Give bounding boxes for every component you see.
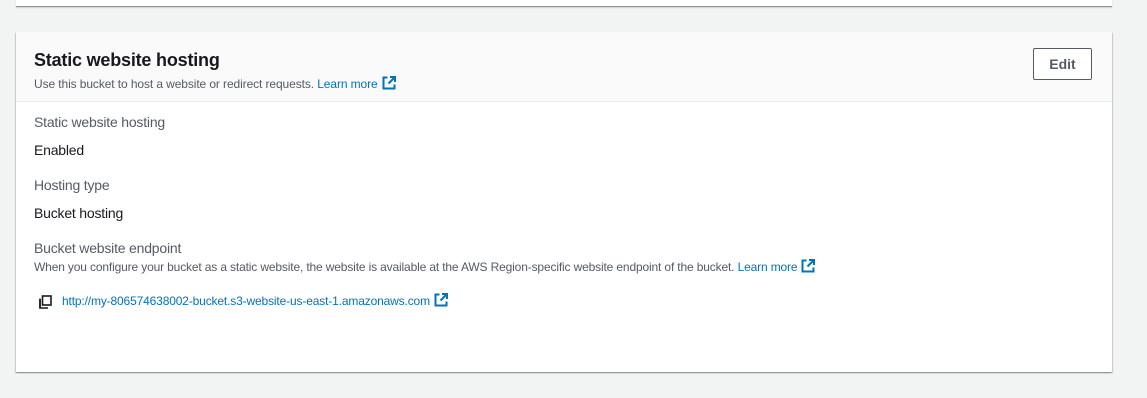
external-link-icon	[434, 293, 448, 311]
external-link-icon	[382, 76, 396, 94]
learn-more-label: Learn more	[737, 260, 798, 274]
learn-more-label: Learn more	[317, 77, 378, 91]
endpoint-description-text: When you configure your bucket as a stat…	[34, 260, 735, 274]
previous-panel-edge	[16, 0, 1112, 7]
endpoint-url: http://my-806574638002-bucket.s3-website…	[62, 294, 430, 308]
field-value: Bucket hosting	[34, 205, 124, 221]
endpoint-url-row: http://my-806574638002-bucket.s3-website…	[34, 293, 1112, 311]
field-label: Bucket website endpoint	[34, 240, 182, 256]
panel-description: Use this bucket to host a website or red…	[34, 76, 1112, 94]
panel-description-text: Use this bucket to host a website or red…	[34, 77, 314, 91]
field-static-website-hosting: Static website hosting Enabled	[34, 112, 1112, 160]
external-link-icon	[801, 259, 816, 277]
field-bucket-website-endpoint: Bucket website endpoint When you configu…	[34, 238, 1112, 311]
field-value: Enabled	[34, 142, 84, 158]
panel-title: Static website hosting	[34, 50, 220, 70]
field-hosting-type: Hosting type Bucket hosting	[34, 175, 1112, 223]
field-label: Hosting type	[34, 177, 110, 193]
endpoint-url-link[interactable]: http://my-806574638002-bucket.s3-website…	[62, 293, 448, 311]
learn-more-link[interactable]: Learn more	[317, 76, 396, 94]
copy-icon[interactable]	[38, 295, 52, 309]
panel-body: Static website hosting Enabled Hosting t…	[16, 102, 1112, 311]
panel-header: Static website hosting Use this bucket t…	[16, 32, 1112, 102]
static-website-hosting-panel: Static website hosting Use this bucket t…	[16, 32, 1112, 372]
endpoint-learn-more-link[interactable]: Learn more	[737, 259, 816, 277]
field-label: Static website hosting	[34, 114, 166, 130]
field-description: When you configure your bucket as a stat…	[34, 259, 1112, 277]
edit-button[interactable]: Edit	[1033, 48, 1092, 80]
